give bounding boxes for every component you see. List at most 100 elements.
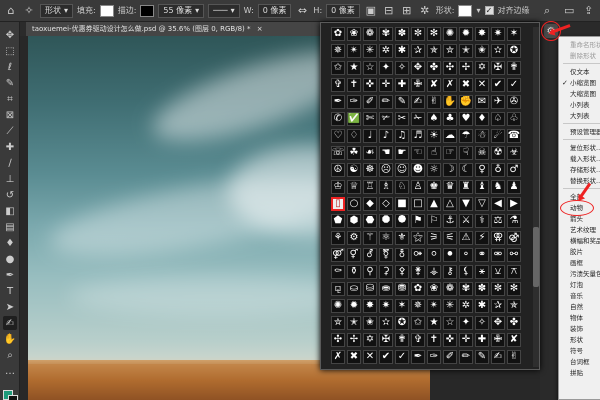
- menu-item[interactable]: 替换形状...: [559, 175, 600, 187]
- shape-swatch[interactable]: ▲: [427, 197, 441, 211]
- shape-swatch[interactable]: ✽: [395, 27, 409, 41]
- shape-swatch[interactable]: ♜: [459, 180, 473, 194]
- shape-swatch[interactable]: ♣: [443, 112, 457, 126]
- shape-swatch[interactable]: ☺: [395, 163, 409, 177]
- shape-swatch[interactable]: ✲: [379, 44, 393, 58]
- shape-swatch[interactable]: ☀: [427, 129, 441, 143]
- shape-swatch[interactable]: ✟: [507, 61, 521, 75]
- shape-swatch[interactable]: ✳: [363, 44, 377, 58]
- shape-swatch[interactable]: ⚠: [459, 231, 473, 245]
- shape-swatch[interactable]: ✔: [379, 350, 393, 364]
- shape-swatch[interactable]: ✵: [411, 299, 425, 313]
- shape-swatch[interactable]: ♀: [475, 163, 489, 177]
- shape-swatch[interactable]: ✤: [427, 61, 441, 75]
- shape-swatch[interactable]: ✭: [459, 44, 473, 58]
- shape-swatch[interactable]: ○: [347, 197, 361, 211]
- blur-tool-icon[interactable]: ♦: [3, 236, 17, 250]
- shape-swatch[interactable]: ♂: [507, 163, 521, 177]
- more-tools-icon[interactable]: …: [3, 364, 17, 378]
- shape-swatch[interactable]: ✬: [363, 316, 377, 330]
- stamp-tool-icon[interactable]: ⊥: [3, 172, 17, 186]
- shape-swatch[interactable]: ✞: [411, 333, 425, 347]
- shape-swatch[interactable]: ✕: [363, 350, 377, 364]
- shape-swatch[interactable]: ✝: [347, 78, 361, 92]
- shape-swatch[interactable]: ✖: [347, 350, 361, 364]
- shape-swatch[interactable]: ☜: [411, 146, 425, 160]
- shape-swatch[interactable]: ⬣: [363, 214, 377, 228]
- align-edges-checkbox[interactable]: ✓: [484, 6, 494, 15]
- shape-swatch[interactable]: ✝: [427, 333, 441, 347]
- shape-swatch[interactable]: ✡: [363, 333, 377, 347]
- shape-swatch[interactable]: ⚬: [459, 248, 473, 262]
- shape-swatch[interactable]: ✸: [475, 27, 489, 41]
- shape-swatch[interactable]: ✣: [331, 333, 345, 347]
- shape-swatch[interactable]: ✫: [491, 44, 505, 58]
- shape-swatch[interactable]: ⚥: [347, 248, 361, 262]
- shape-swatch[interactable]: ✛: [459, 333, 473, 347]
- shape-swatch[interactable]: ✣: [443, 61, 457, 75]
- shape-swatch[interactable]: ⚲: [363, 265, 377, 279]
- shape-swatch[interactable]: ✎: [475, 350, 489, 364]
- shape-swatch[interactable]: ♝: [475, 180, 489, 194]
- shape-swatch[interactable]: ⚭: [475, 248, 489, 262]
- shape-swatch[interactable]: ⚜: [395, 231, 409, 245]
- shape-swatch[interactable]: ✹: [347, 299, 361, 313]
- shape-swatch[interactable]: ♗: [379, 180, 393, 194]
- shape-swatch[interactable]: ⚩: [411, 248, 425, 262]
- shape-swatch[interactable]: ✱: [395, 44, 409, 58]
- shape-swatch[interactable]: ☝: [427, 146, 441, 160]
- shape-swatch[interactable]: ✆: [331, 112, 345, 126]
- shape-swatch[interactable]: ☘: [347, 146, 361, 160]
- shape-swatch[interactable]: ✏: [459, 350, 473, 364]
- shape-swatch[interactable]: ☢: [491, 146, 505, 160]
- shape-swatch[interactable]: ✚: [395, 78, 409, 92]
- stroke-width-input[interactable]: 55 像素 ▾: [158, 3, 205, 18]
- shape-swatch[interactable]: ☮: [331, 163, 345, 177]
- gradient-tool-icon[interactable]: ▤: [3, 220, 17, 234]
- shape-swatch[interactable]: ⛃: [395, 282, 409, 296]
- shape-swatch[interactable]: ✜: [443, 333, 457, 347]
- shape-swatch[interactable]: ♬: [411, 129, 425, 143]
- stroke-type-select[interactable]: ─── ▾: [208, 3, 240, 18]
- shape-swatch[interactable]: ♥: [459, 112, 473, 126]
- shape-swatch[interactable]: ✮: [443, 44, 457, 58]
- shape-swatch[interactable]: ⚚: [363, 231, 377, 245]
- shape-swatch[interactable]: ⚐: [427, 214, 441, 228]
- shape-swatch[interactable]: ♤: [491, 112, 505, 126]
- shape-swatch[interactable]: ☸: [363, 163, 377, 177]
- shape-swatch[interactable]: ✐: [363, 95, 377, 109]
- shape-swatch[interactable]: ⚺: [491, 265, 505, 279]
- shape-swatch[interactable]: ✥: [491, 316, 505, 330]
- shape-swatch[interactable]: ✌: [507, 350, 521, 364]
- shape-swatch[interactable]: ✏: [379, 95, 393, 109]
- shape-swatch[interactable]: ⚔: [459, 214, 473, 228]
- shape-swatch[interactable]: ✷: [379, 299, 393, 313]
- shape-swatch[interactable]: ❁: [363, 27, 377, 41]
- shape-swatch[interactable]: ✕: [475, 78, 489, 92]
- shape-swatch[interactable]: ✁: [411, 112, 425, 126]
- shape-swatch[interactable]: ✋: [443, 95, 457, 109]
- path-alignment-icon[interactable]: ⊟: [382, 4, 396, 18]
- shape-swatch[interactable]: ☎: [507, 129, 521, 143]
- shape-swatch[interactable]: ☏: [331, 146, 345, 160]
- shape-swatch[interactable]: ✯: [427, 44, 441, 58]
- shape-swatch[interactable]: ✘: [427, 78, 441, 92]
- shape-swatch[interactable]: ⚪: [427, 248, 441, 262]
- shape-swatch[interactable]: ✠: [491, 61, 505, 75]
- dodge-tool-icon[interactable]: ●: [3, 252, 17, 266]
- shape-swatch[interactable]: ✳: [443, 299, 457, 313]
- shape-swatch[interactable]: ✿: [331, 27, 345, 41]
- crop-tool-icon[interactable]: ⌗: [3, 92, 17, 106]
- shape-swatch[interactable]: ✰: [411, 44, 425, 58]
- shape-swatch[interactable]: ✑: [347, 95, 361, 109]
- shape-swatch[interactable]: ✢: [459, 61, 473, 75]
- shape-swatch[interactable]: ✔: [491, 78, 505, 92]
- shape-swatch[interactable]: ❁: [443, 282, 457, 296]
- lasso-tool-icon[interactable]: ℓ: [3, 60, 17, 74]
- shape-swatch[interactable]: ⚻: [507, 265, 521, 279]
- shape-swatch[interactable]: ✓: [507, 78, 521, 92]
- shape-swatch[interactable]: ■: [395, 197, 409, 211]
- shape-swatch[interactable]: ♞: [491, 180, 505, 194]
- shape-swatch[interactable]: ☛: [395, 146, 409, 160]
- shape-swatch[interactable]: ☻: [411, 163, 425, 177]
